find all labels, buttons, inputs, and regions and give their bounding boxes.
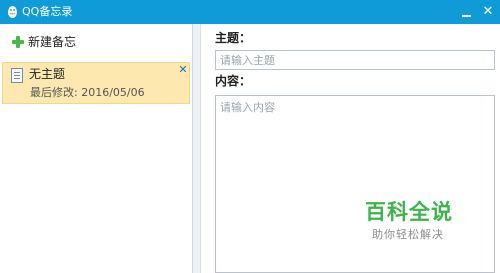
watermark-subtitle: 助你轻松解决 [372, 228, 444, 241]
note-icon [11, 68, 23, 83]
title-bar: QQ备忘录 ✕ [0, 0, 500, 24]
close-icon: ✕ [482, 4, 494, 19]
sidebar-divider[interactable] [193, 24, 201, 273]
content-label: 内容： [215, 74, 252, 88]
memo-last-modified: 最后修改: 2016/05/06 [30, 86, 145, 99]
memo-list-item[interactable]: 无主题 最后修改: 2016/05/06 ✕ [2, 62, 190, 104]
plus-icon [12, 36, 24, 48]
minimize-button[interactable] [459, 4, 475, 20]
memo-title: 无主题 [29, 67, 66, 81]
subject-input[interactable] [215, 50, 495, 70]
content-textarea[interactable] [215, 95, 495, 273]
new-memo-label: 新建备忘 [28, 35, 77, 49]
qq-penguin-icon [8, 6, 17, 18]
window-title: QQ备忘录 [22, 5, 73, 18]
minimize-icon [462, 15, 471, 17]
watermark-title: 百科全说 [365, 200, 453, 224]
new-memo-button[interactable]: 新建备忘 [12, 34, 76, 50]
delete-memo-icon[interactable]: ✕ [178, 64, 188, 76]
subject-label: 主题： [215, 31, 252, 45]
close-button[interactable]: ✕ [480, 4, 496, 20]
